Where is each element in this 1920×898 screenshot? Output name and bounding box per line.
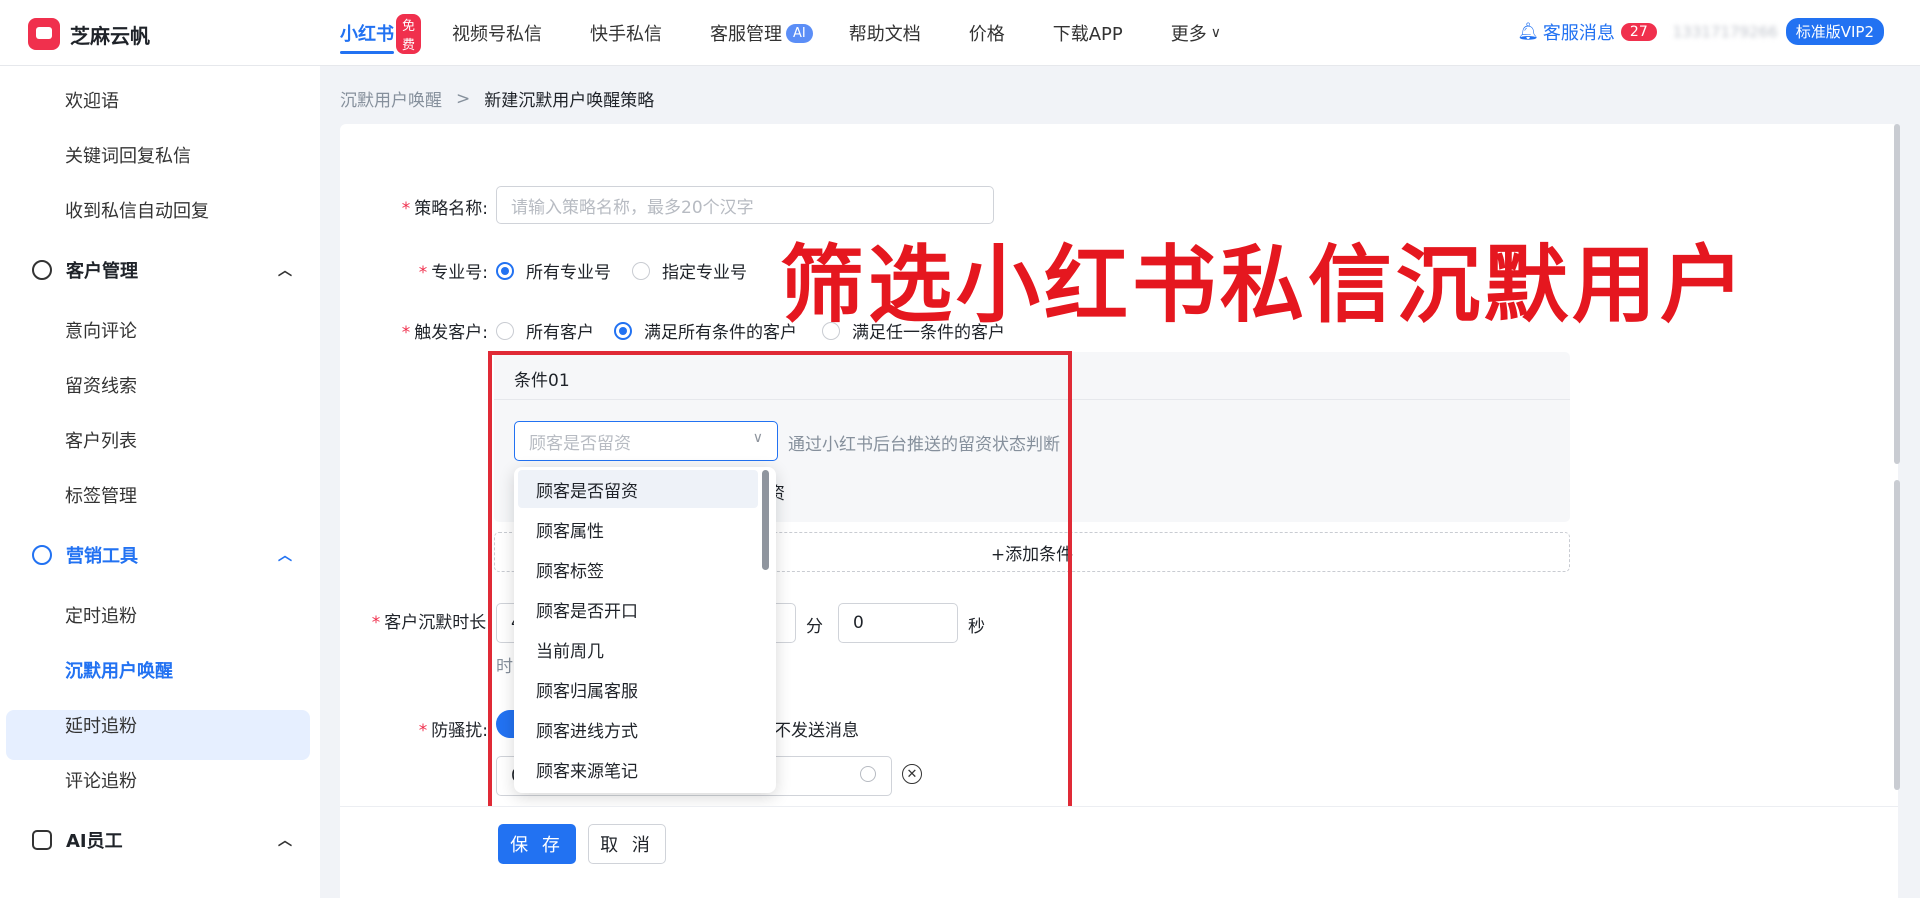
bell-icon: 🔔︎ (1517, 21, 1539, 42)
nav-video-dm[interactable]: 视频号私信 (452, 0, 542, 66)
nav-more[interactable]: 更多 ∨ (1171, 0, 1221, 66)
nav-label: 小红书 (340, 24, 394, 45)
nav-download-app[interactable]: 下载APP (1053, 0, 1123, 66)
breadcrumb: 沉默用户唤醒 > 新建沉默用户唤醒策略 (340, 86, 655, 112)
radio-unchecked-icon (822, 321, 840, 340)
required-mark: * (371, 613, 381, 633)
nav-label: 下载APP (1052, 24, 1123, 45)
nav-label: 快手私信 (590, 24, 662, 45)
radio-all-conditions[interactable]: 满足所有条件的客户 (614, 318, 797, 343)
account-label: * 专业号: (390, 258, 488, 283)
radio-label: 满足任一条件的客户 (852, 323, 1005, 343)
radio-label: 所有客户 (526, 323, 594, 343)
sidebar-group-marketing[interactable]: 营销工具 ︿ (32, 542, 292, 568)
nav-label: 视频号私信 (452, 24, 542, 45)
page-scrollbar-lower[interactable] (1894, 480, 1900, 790)
plan-badge[interactable]: 标准版VIP2 (1785, 18, 1884, 45)
radio-label: 满足所有条件的客户 (644, 323, 797, 343)
required-mark: * (401, 323, 411, 343)
group-label: 营销工具 (66, 546, 138, 567)
sidebar-group-customer[interactable]: 客户管理 ︿ (32, 257, 292, 283)
chevron-up-icon: ︿ (278, 263, 292, 279)
nav-price[interactable]: 价格 (969, 0, 1005, 66)
service-messages-link[interactable]: 客服消息 (1543, 19, 1615, 45)
top-bar: 芝麻云帆 小红书 免费 视频号私信 快手私信 客服管理 AI 帮助文档 价格 下… (0, 0, 1920, 66)
radio-any-condition[interactable]: 满足任一条件的客户 (822, 318, 1005, 343)
nav-xiaohongshu[interactable]: 小红书 免费 (340, 0, 422, 66)
strategy-name-label: * 策略名称: (390, 194, 488, 219)
annotation-frame (488, 351, 1072, 817)
sidebar: 欢迎语 关键词回复私信 收到私信自动回复 客户管理 ︿ 意向评论 留资线索 客户… (0, 66, 320, 898)
nav-label: 价格 (968, 24, 1005, 45)
group-label: 客户管理 (66, 261, 138, 282)
sidebar-item-scheduled-follow[interactable]: 定时追粉 (65, 602, 137, 628)
label-text: 触发客户: (414, 323, 488, 343)
radio-label: 指定专业号 (662, 263, 747, 283)
radio-unchecked-icon (632, 261, 650, 280)
breadcrumb-parent[interactable]: 沉默用户唤醒 (340, 86, 442, 111)
sidebar-item-customer-list[interactable]: 客户列表 (65, 427, 137, 453)
breadcrumb-separator: > (456, 88, 471, 109)
brand-name: 芝麻云帆 (70, 23, 150, 48)
radio-checked-icon (496, 261, 514, 280)
sidebar-item-silent-wakeup[interactable]: 沉默用户唤醒 (65, 657, 173, 683)
main-nav: 小红书 免费 视频号私信 快手私信 客服管理 AI 帮助文档 价格 下载APP … (340, 0, 1269, 66)
required-mark: * (401, 199, 411, 219)
ai-bot-icon (32, 830, 52, 850)
nav-help-docs[interactable]: 帮助文档 (849, 0, 921, 66)
logo-icon (28, 18, 60, 50)
nav-label: 更多 (1170, 24, 1207, 45)
radio-checked-icon (614, 321, 632, 340)
group-label: AI员工 (66, 831, 123, 852)
chevron-up-icon: ︿ (278, 548, 292, 564)
radio-all-accounts[interactable]: 所有专业号 (496, 258, 611, 283)
sidebar-group-ai-staff[interactable]: AI员工 ︿ (32, 827, 292, 853)
nav-service-mgmt[interactable]: 客服管理 AI (710, 0, 813, 66)
nav-label: 帮助文档 (848, 24, 921, 45)
account-phone[interactable]: 13317179266 (1673, 23, 1778, 41)
radio-label: 所有专业号 (526, 263, 611, 283)
chevron-down-icon: ∨ (1210, 25, 1222, 41)
sidebar-item-auto-reply[interactable]: 收到私信自动回复 (65, 197, 209, 223)
required-mark: * (418, 721, 428, 741)
chevron-up-icon: ︿ (278, 833, 292, 849)
required-mark: * (418, 263, 428, 283)
label-text: 客户沉默时长: (384, 613, 492, 633)
sidebar-active-highlight (6, 710, 310, 760)
sidebar-item-comment-follow[interactable]: 评论追粉 (65, 767, 137, 793)
silence-duration-label: * 客户沉默时长: (366, 608, 492, 633)
free-badge: 免费 (396, 14, 422, 54)
save-button[interactable]: 保 存 (498, 824, 576, 864)
sidebar-item-welcome[interactable]: 欢迎语 (65, 87, 119, 113)
brand-logo[interactable]: 芝麻云帆 (28, 18, 150, 50)
trigger-label: * 触发客户: (390, 318, 488, 343)
radio-all-customers[interactable]: 所有客户 (496, 318, 594, 343)
label-text: 防骚扰: (431, 721, 488, 741)
cancel-button[interactable]: 取 消 (588, 824, 666, 864)
label-text: 专业号: (431, 263, 488, 283)
sidebar-item-tag-mgmt[interactable]: 标签管理 (65, 482, 137, 508)
sidebar-item-leads[interactable]: 留资线索 (65, 372, 137, 398)
breadcrumb-current: 新建沉默用户唤醒策略 (484, 91, 655, 111)
radio-unchecked-icon (496, 321, 514, 340)
label-text: 策略名称: (414, 199, 488, 219)
heart-shield-icon (32, 260, 52, 280)
page-scrollbar[interactable] (1894, 124, 1900, 464)
sidebar-item-delayed-follow[interactable]: 延时追粉 (65, 712, 137, 738)
message-count-badge: 27 (1620, 22, 1657, 41)
sidebar-item-intent-comments[interactable]: 意向评论 (65, 317, 137, 343)
top-right: 🔔︎ 客服消息 27 13317179266 标准版VIP2 (1517, 18, 1884, 45)
sidebar-item-keyword-reply[interactable]: 关键词回复私信 (65, 142, 191, 168)
nav-kuaishou-dm[interactable]: 快手私信 (590, 0, 662, 66)
nav-label: 客服管理 (710, 24, 782, 45)
ai-badge: AI (786, 23, 813, 43)
radio-specific-accounts[interactable]: 指定专业号 (632, 258, 747, 283)
anti-harass-label: * 防骚扰: (390, 716, 488, 741)
heart-plus-icon (32, 545, 52, 565)
